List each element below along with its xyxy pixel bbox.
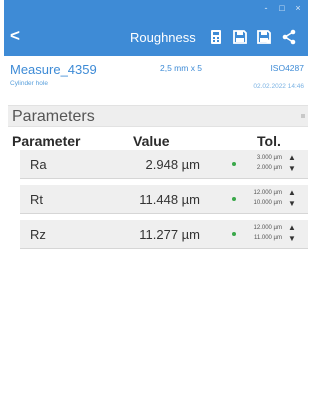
arrow-down-icon[interactable]: ▼ — [287, 164, 297, 174]
arrow-up-icon[interactable]: ▲ — [287, 223, 297, 233]
parameter-name: Ra — [30, 157, 47, 172]
tolerance-upper: 3.000 µm — [256, 155, 282, 161]
table-row[interactable]: Ra 2.948 µm 3.000 µm 2.000 µm ▲ ▼ — [20, 150, 308, 179]
measure-length: 2,5 mm x 5 — [160, 63, 203, 73]
calculator-icon[interactable] — [208, 28, 224, 46]
table-row[interactable]: Rt 11.448 µm 12.000 µm 10.000 µm ▲ ▼ — [20, 185, 308, 214]
app-header: - □ × < Roughness — [4, 0, 308, 56]
parameter-value: 2.948 µm — [145, 157, 200, 172]
measure-name: Measure_4359 — [10, 62, 97, 77]
back-button[interactable]: < — [10, 25, 30, 47]
collapse-icon — [301, 114, 305, 118]
parameter-name: Rz — [30, 227, 46, 242]
parameter-value: 11.277 µm — [139, 227, 200, 242]
share-icon[interactable] — [281, 28, 297, 46]
page-title: Roughness — [130, 30, 196, 45]
tolerance-lower: 2.000 µm — [256, 165, 282, 171]
maximize-button[interactable]: □ — [277, 3, 287, 13]
parameter-value: 11.448 µm — [139, 192, 200, 207]
status-ok-indicator — [232, 197, 236, 201]
column-header-tolerance: Tol. — [257, 133, 281, 149]
arrow-up-icon[interactable]: ▲ — [287, 153, 297, 163]
arrow-up-icon[interactable]: ▲ — [287, 188, 297, 198]
close-window-button[interactable]: × — [293, 3, 303, 13]
column-header-parameter: Parameter — [12, 133, 81, 149]
column-header-value: Value — [133, 133, 170, 149]
measure-standard: ISO4287 — [270, 63, 304, 73]
arrow-down-icon[interactable]: ▼ — [287, 234, 297, 244]
tolerance-upper: 12.000 µm — [253, 225, 282, 231]
measure-subtitle: Cylinder hole — [10, 80, 48, 87]
status-ok-indicator — [232, 162, 236, 166]
save-as-icon[interactable] — [256, 28, 272, 46]
tolerance-upper: 12.000 µm — [253, 190, 282, 196]
save-icon[interactable] — [232, 28, 248, 46]
tolerance-lower: 11.000 µm — [253, 235, 282, 241]
app-window: - □ × < Roughness Measure_4359 Cylinder … — [0, 0, 312, 403]
arrow-down-icon[interactable]: ▼ — [287, 199, 297, 209]
status-ok-indicator — [232, 232, 236, 236]
section-title: Parameters — [12, 108, 95, 125]
measure-date: 02.02.2022 14:46 — [253, 83, 304, 90]
parameters-section-header[interactable]: Parameters — [8, 105, 308, 127]
tolerance-lower: 10.000 µm — [253, 200, 282, 206]
parameter-name: Rt — [30, 192, 43, 207]
table-row[interactable]: Rz 11.277 µm 12.000 µm 11.000 µm ▲ ▼ — [20, 220, 308, 249]
minimize-button[interactable]: - — [261, 3, 271, 13]
